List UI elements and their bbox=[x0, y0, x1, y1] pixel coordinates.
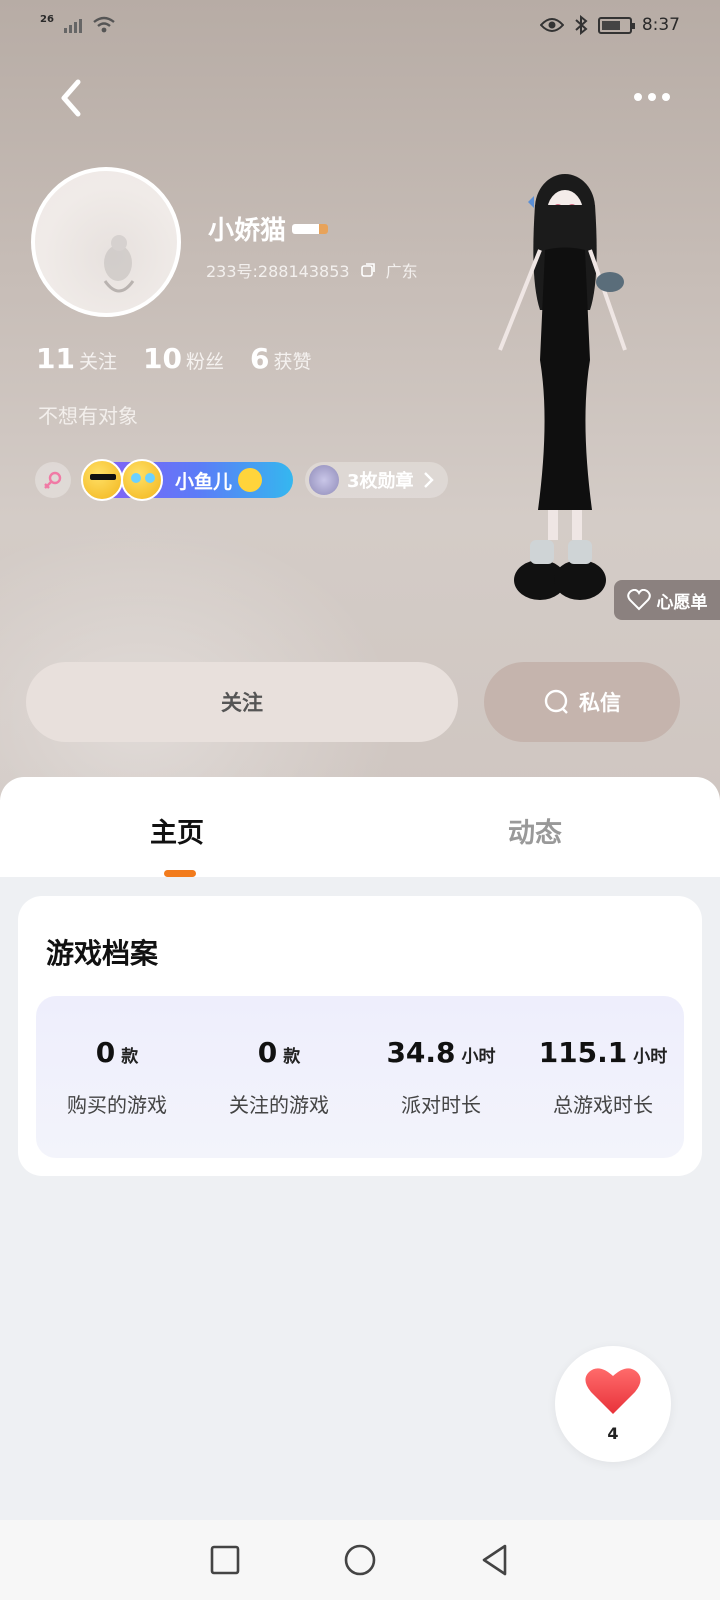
more-dot bbox=[634, 93, 642, 101]
stat-value: 34.8 bbox=[386, 1036, 456, 1069]
card-title: 游戏档案 bbox=[46, 937, 159, 970]
stat-value: 115.1 bbox=[538, 1036, 628, 1069]
stat-unit: 小时 bbox=[461, 1047, 496, 1067]
clock: 8:37 bbox=[641, 15, 680, 35]
avatar-figure bbox=[103, 235, 135, 293]
stat-caption: 购买的游戏 bbox=[67, 1093, 167, 1117]
signal-icon bbox=[63, 17, 82, 33]
bluetooth-icon bbox=[575, 15, 588, 35]
stat-unit: 小时 bbox=[633, 1047, 668, 1067]
username: 小娇猫 bbox=[208, 210, 329, 247]
wifi-icon bbox=[93, 16, 115, 33]
profile-header: 26 8:37 小娇猫 233号:288143853 广东 11 关注 10 粉… bbox=[0, 0, 720, 800]
chevron-left-icon bbox=[61, 79, 81, 117]
stat-party-time[interactable]: 34.8 小时 派对时长 bbox=[360, 996, 522, 1158]
stats-row: 11 关注 10 粉丝 6 获赞 bbox=[36, 342, 311, 375]
user-id: 233号:288143853 bbox=[206, 262, 350, 281]
smile-emoji-icon bbox=[238, 468, 263, 492]
location: 广东 bbox=[385, 262, 418, 281]
stat-caption: 派对时长 bbox=[401, 1093, 481, 1117]
tab-indicator bbox=[164, 870, 196, 877]
stat-followers[interactable]: 10 粉丝 bbox=[143, 342, 224, 375]
signal-label: 26 bbox=[40, 13, 54, 25]
back-button[interactable] bbox=[52, 78, 92, 118]
stat-caption: 关注的游戏 bbox=[229, 1093, 329, 1117]
wishlist-label: 心愿单 bbox=[656, 592, 708, 613]
home-icon[interactable] bbox=[343, 1543, 377, 1577]
stat-caption: 总游戏时长 bbox=[553, 1093, 653, 1117]
stat-followed-games[interactable]: 0款 关注的游戏 bbox=[198, 996, 360, 1158]
medal-icon bbox=[309, 465, 339, 495]
group-name: 小鱼儿 bbox=[175, 470, 233, 493]
group-badge[interactable]: 小鱼儿 bbox=[81, 459, 293, 501]
follow-label: 关注 bbox=[221, 691, 263, 715]
medals-label: 3枚勋章 bbox=[347, 471, 414, 492]
stat-following[interactable]: 11 关注 bbox=[36, 342, 117, 375]
chat-bubble-icon bbox=[544, 689, 568, 714]
avatar[interactable] bbox=[31, 167, 181, 317]
tab-feed[interactable]: 动态 bbox=[508, 811, 562, 850]
copy-icon[interactable] bbox=[360, 262, 376, 278]
like-button[interactable]: 4 bbox=[555, 1346, 671, 1462]
stat-purchased-games[interactable]: 0款 购买的游戏 bbox=[36, 996, 198, 1158]
cigarette-icon bbox=[292, 223, 329, 234]
id-row: 233号:288143853 广东 bbox=[206, 258, 418, 282]
tab-home[interactable]: 主页 bbox=[150, 811, 204, 850]
follow-button[interactable]: 关注 bbox=[26, 662, 458, 742]
battery-icon bbox=[597, 16, 635, 34]
stat-likes[interactable]: 6 获赞 bbox=[250, 342, 312, 375]
system-nav-bar bbox=[0, 1520, 720, 1600]
more-options-button[interactable] bbox=[634, 82, 670, 112]
recent-apps-icon[interactable] bbox=[209, 1544, 241, 1576]
wishlist-button[interactable]: 心愿单 bbox=[614, 580, 720, 620]
female-icon bbox=[35, 462, 71, 498]
more-dot bbox=[662, 93, 670, 101]
message-label: 私信 bbox=[579, 691, 621, 715]
tab-bar: 主页 动态 bbox=[0, 777, 720, 877]
chevron-right-icon bbox=[423, 472, 434, 488]
username-text: 小娇猫 bbox=[208, 216, 287, 246]
back-triangle-icon[interactable] bbox=[479, 1543, 511, 1577]
message-button[interactable]: 私信 bbox=[484, 662, 680, 742]
stat-unit: 款 bbox=[283, 1047, 301, 1067]
stat-value: 0 bbox=[257, 1036, 278, 1069]
eye-icon bbox=[539, 18, 564, 32]
medals-button[interactable]: 3枚勋章 bbox=[305, 462, 448, 498]
like-count: 4 bbox=[607, 1424, 619, 1443]
status-bar: 26 8:37 bbox=[0, 0, 720, 50]
star-eyes-emoji-icon bbox=[121, 459, 163, 501]
heart-outline-icon bbox=[626, 589, 651, 611]
stat-value: 0 bbox=[95, 1036, 116, 1069]
tags-row: 小鱼儿 3枚勋章 bbox=[35, 459, 448, 501]
game-stats-panel: 0款 购买的游戏 0款 关注的游戏 34.8 小时 派对时长 115.1 小时 总游… bbox=[36, 996, 684, 1158]
more-dot bbox=[648, 93, 656, 101]
heart-icon bbox=[585, 1368, 641, 1414]
avatar-character-figure bbox=[498, 174, 627, 600]
stat-unit: 款 bbox=[121, 1047, 139, 1067]
bio: 不想有对象 bbox=[38, 404, 138, 428]
game-archive-card: 游戏档案 0款 购买的游戏 0款 关注的游戏 34.8 小时 派对时长 115.1… bbox=[18, 896, 702, 1176]
sunglasses-emoji-icon bbox=[81, 459, 123, 501]
stat-total-play-time[interactable]: 115.1 小时 总游戏时长 bbox=[522, 996, 684, 1158]
